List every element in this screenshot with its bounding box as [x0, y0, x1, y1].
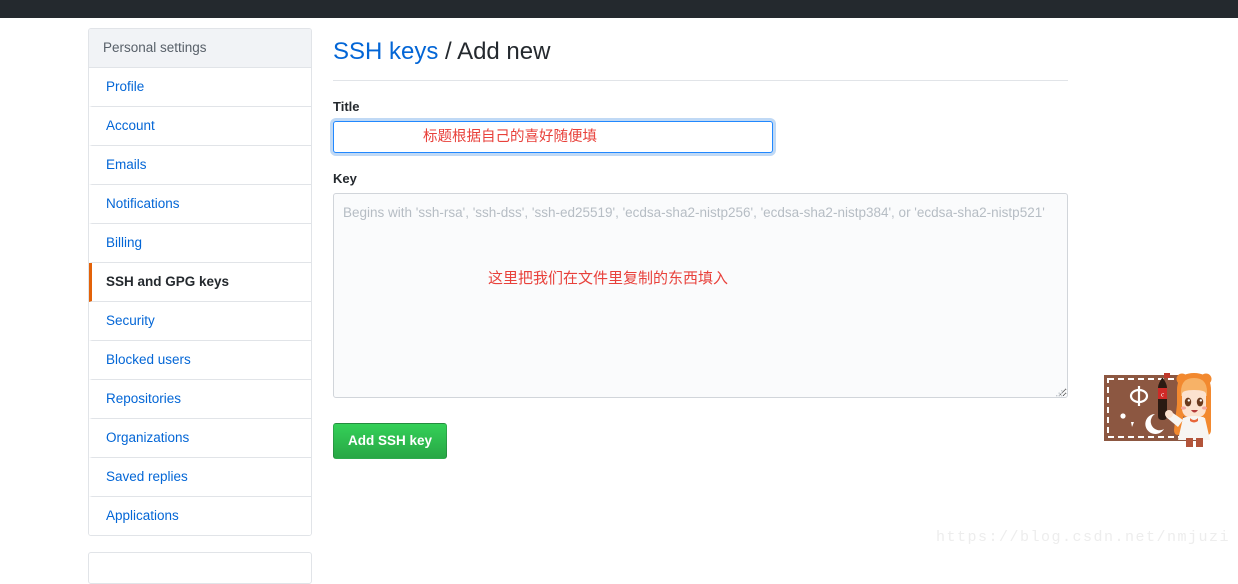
sidebar-item-account[interactable]: Account	[89, 107, 311, 146]
main-content: SSH keys / Add new Title 标题根据自己的喜好随便填 Ke…	[333, 28, 1068, 459]
watermark-text: https://blog.csdn.net/nmjuzi	[935, 529, 1230, 546]
page-title: SSH keys / Add new	[333, 28, 1068, 81]
settings-sidebar: Personal settings Profile Account Emails…	[88, 28, 312, 584]
key-input-group: 这里把我们在文件里复制的东西填入	[333, 193, 1068, 403]
sidebar-item-applications[interactable]: Applications	[89, 497, 311, 535]
sidebar-item-billing[interactable]: Billing	[89, 224, 311, 263]
sidebar-item-blocked-users[interactable]: Blocked users	[89, 341, 311, 380]
top-navigation-bar	[0, 0, 1238, 18]
sidebar-item-saved-replies[interactable]: Saved replies	[89, 458, 311, 497]
umaru-sticker-image: c	[1104, 373, 1212, 447]
sidebar-item-repositories[interactable]: Repositories	[89, 380, 311, 419]
sidebar-item-profile[interactable]: Profile	[89, 68, 311, 107]
sidebar-item-ssh-and-gpg-keys[interactable]: SSH and GPG keys	[89, 263, 311, 302]
sidebar-heading: Personal settings	[89, 29, 311, 68]
settings-page: Personal settings Profile Account Emails…	[0, 18, 1238, 584]
add-ssh-key-button[interactable]: Add SSH key	[333, 423, 448, 459]
sidebar-item-security[interactable]: Security	[89, 302, 311, 341]
title-input-group: 标题根据自己的喜好随便填	[333, 121, 773, 153]
sidebar-item-organizations[interactable]: Organizations	[89, 419, 311, 458]
title-input[interactable]	[333, 121, 773, 153]
key-field-label: Key	[333, 171, 357, 186]
page-title-ssh-keys-link[interactable]: SSH keys	[333, 38, 438, 65]
page-title-current: Add new	[457, 38, 551, 65]
title-field-label: Title	[333, 99, 360, 114]
sidebar-item-notifications[interactable]: Notifications	[89, 185, 311, 224]
personal-settings-menu: Personal settings Profile Account Emails…	[88, 28, 312, 536]
key-textarea[interactable]	[333, 193, 1068, 398]
page-title-separator: /	[445, 38, 452, 65]
sidebar-item-emails[interactable]: Emails	[89, 146, 311, 185]
secondary-sidebar-menu	[88, 552, 312, 584]
